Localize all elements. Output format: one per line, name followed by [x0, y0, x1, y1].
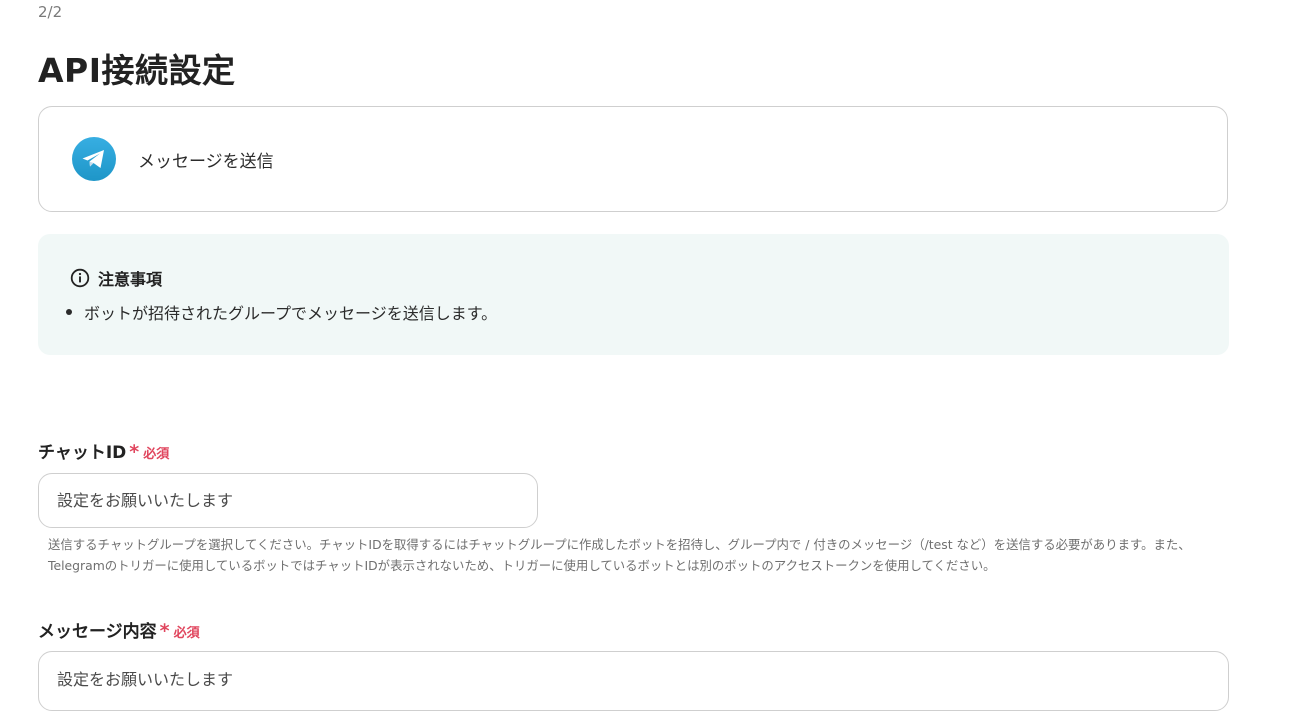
action-card[interactable]: メッセージを送信 — [38, 106, 1228, 212]
notice-item: ボットが招待されたグループでメッセージを送信します。 — [66, 300, 497, 324]
notice-header: 注意事項 — [70, 266, 162, 290]
notice-list: ボットが招待されたグループでメッセージを送信します。 — [66, 300, 497, 324]
notice-item-text: ボットが招待されたグループでメッセージを送信します。 — [84, 304, 498, 323]
notice-title: 注意事項 — [98, 270, 163, 289]
info-circle-icon — [70, 268, 90, 288]
chat-id-label-text: チャットID — [38, 443, 127, 463]
notice-box: 注意事項 ボットが招待されたグループでメッセージを送信します。 — [38, 234, 1229, 355]
message-content-label-text: メッセージ内容 — [38, 622, 157, 642]
message-content-label: メッセージ内容 * 必須 — [38, 617, 200, 642]
required-asterisk: * — [129, 441, 140, 463]
bullet-icon — [66, 309, 72, 315]
chat-id-input[interactable] — [38, 473, 538, 528]
telegram-icon — [72, 137, 116, 181]
chat-id-help-text: 送信するチャットグループを選択してください。チャットIDを取得するにはチャットグ… — [48, 537, 1191, 573]
page-title: API接続設定 — [38, 51, 236, 90]
required-badge: 必須 — [143, 447, 170, 462]
step-indicator: 2/2 — [38, 3, 63, 21]
message-content-input[interactable] — [38, 651, 1229, 711]
required-badge: 必須 — [173, 626, 200, 641]
chat-id-label: チャットID * 必須 — [38, 438, 169, 463]
required-asterisk: * — [159, 620, 170, 642]
action-label: メッセージを送信 — [138, 151, 274, 172]
